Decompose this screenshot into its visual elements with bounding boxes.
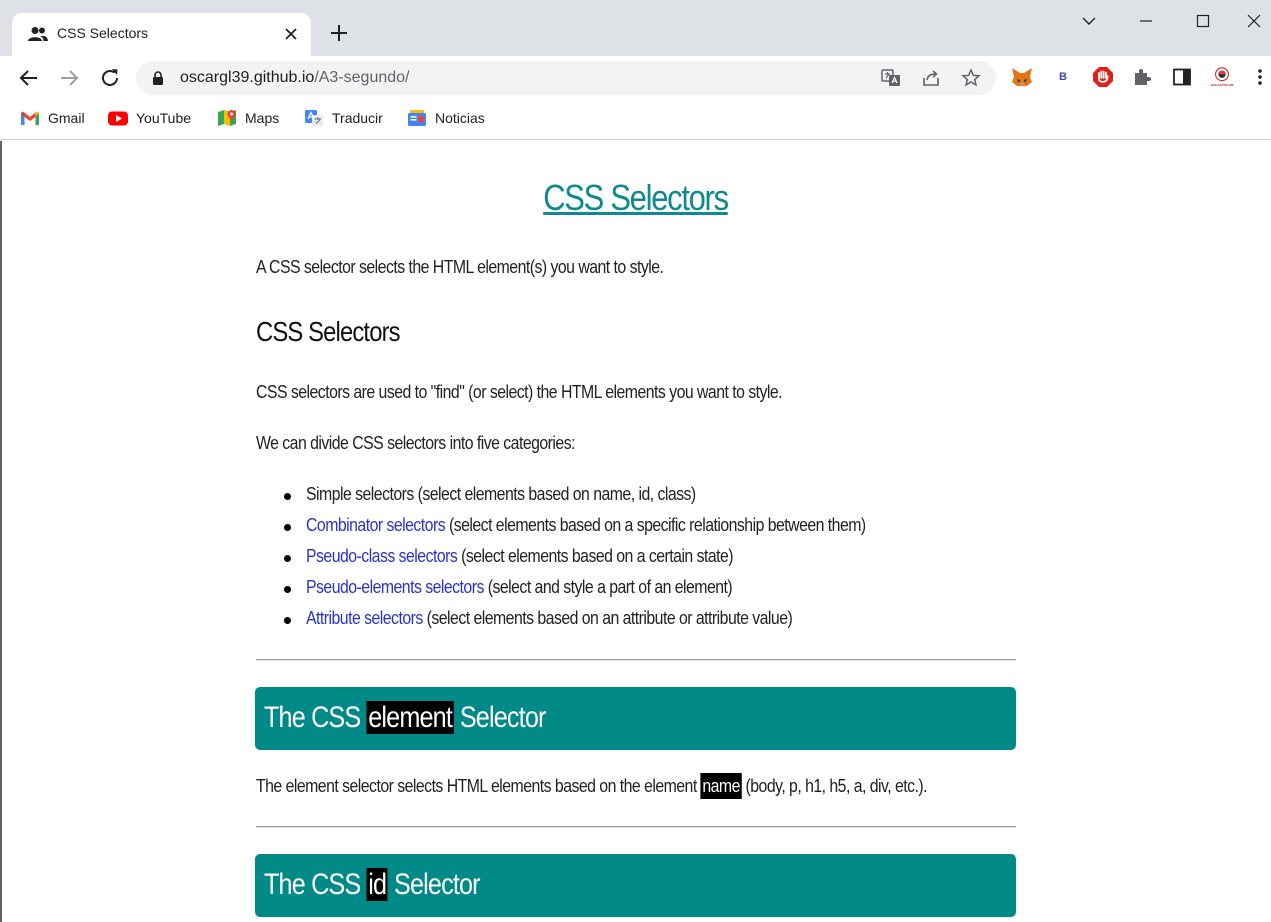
kebab-menu-icon xyxy=(1258,69,1262,85)
url-host: oscargl39.github.io xyxy=(180,69,315,86)
minimize-icon xyxy=(1140,20,1152,22)
desc-highlight: name xyxy=(700,773,742,799)
new-tab-icon[interactable] xyxy=(327,21,351,45)
translate-page-icon[interactable] xyxy=(881,68,901,88)
pseudo-class-selectors-link[interactable]: Pseudo-class selectors xyxy=(306,546,458,566)
people-icon xyxy=(28,27,48,41)
bookmark-traducir[interactable]: Traducir xyxy=(304,108,383,128)
profile-badge-text: GALAXYSCAN xyxy=(1210,83,1234,87)
page-content: CSS Selectors A CSS selector selects the… xyxy=(0,141,1271,922)
close-icon xyxy=(1247,14,1261,28)
tab-search-button[interactable] xyxy=(1076,8,1102,34)
bookmark-label: Gmail xyxy=(48,110,85,126)
stop-hand-icon xyxy=(1093,67,1113,87)
address-bar[interactable]: oscargl39.github.io/A3-segundo/ xyxy=(136,61,996,95)
categories-list: Simple selectors (select elements based … xyxy=(256,484,942,639)
maximize-icon xyxy=(1196,14,1210,28)
paragraph-categories: We can divide CSS selectors into five ca… xyxy=(256,433,575,453)
bookmark-star-icon[interactable] xyxy=(961,68,981,88)
close-window-button[interactable] xyxy=(1241,8,1267,34)
tab-title: CSS Selectors xyxy=(57,25,149,41)
extensions-button[interactable] xyxy=(1131,66,1153,88)
side-panel-icon xyxy=(1173,68,1191,86)
combinator-selectors-link[interactable]: Combinator selectors xyxy=(306,515,446,535)
category-text: (select elements based on an attribute o… xyxy=(422,608,793,628)
browser-toolbar: oscargl39.github.io/A3-segundo/ B GALAXY… xyxy=(0,56,1271,100)
element-selector-heading: The CSS element Selector xyxy=(264,695,546,741)
close-tab-icon[interactable] xyxy=(283,26,299,42)
maps-icon xyxy=(218,110,236,126)
element-selector-description: The element selector selects HTML elemen… xyxy=(256,773,928,799)
chevron-down-icon xyxy=(1082,17,1096,25)
bookmark-label: Maps xyxy=(245,110,280,126)
id-selector-heading: The CSS id Selector xyxy=(264,862,481,908)
section-heading: CSS Selectors xyxy=(256,316,401,347)
attribute-selectors-link[interactable]: Attribute selectors xyxy=(306,608,423,628)
divider xyxy=(256,826,1016,828)
divider xyxy=(256,659,1016,661)
paragraph-selectors: CSS selectors are used to "find" (or sel… xyxy=(256,382,783,402)
heading-highlight: element xyxy=(366,701,454,734)
adblock-extension[interactable] xyxy=(1092,66,1114,88)
heading-suffix: Selector xyxy=(453,701,547,734)
heading-prefix: The CSS xyxy=(264,701,367,734)
title-bar: CSS Selectors xyxy=(0,0,1271,56)
list-item: Attribute selectors (select elements bas… xyxy=(256,608,942,639)
reload-icon[interactable] xyxy=(98,66,122,90)
minimize-button[interactable] xyxy=(1133,8,1159,34)
pseudo-elements-selectors-link[interactable]: Pseudo-elements selectors xyxy=(306,577,484,597)
url-path: /A3-segundo/ xyxy=(314,69,410,86)
active-tab[interactable]: CSS Selectors xyxy=(12,13,311,56)
back-arrow-icon[interactable] xyxy=(17,66,41,90)
bookmark-noticias[interactable]: Noticias xyxy=(407,108,485,128)
bookmark-label: Noticias xyxy=(435,110,485,126)
list-item: Pseudo-elements selectors (select and st… xyxy=(256,577,942,608)
bookmarks-bar: Gmail YouTube Maps Traducir Noticias xyxy=(0,100,1271,140)
translate-icon xyxy=(305,110,323,126)
puzzle-icon xyxy=(1135,69,1151,85)
share-icon[interactable] xyxy=(921,68,941,88)
news-icon xyxy=(408,110,426,126)
browser-menu-button[interactable] xyxy=(1249,66,1271,88)
id-selector-banner: The CSS id Selector xyxy=(255,854,1016,917)
category-text: Simple selectors (select elements based … xyxy=(306,484,696,504)
page-title[interactable]: CSS Selectors xyxy=(89,177,1182,219)
youtube-icon xyxy=(108,111,128,126)
b-extension-label: B xyxy=(1059,71,1067,83)
list-item: Combinator selectors (select elements ba… xyxy=(256,515,942,546)
b-extension[interactable]: B xyxy=(1052,66,1074,88)
desc-suffix: (body, p, h1, h5, a, div, etc.). xyxy=(741,776,928,796)
side-panel-button[interactable] xyxy=(1171,66,1193,88)
lock-icon[interactable] xyxy=(152,71,164,85)
gmail-icon xyxy=(21,111,39,125)
metamask-extension[interactable] xyxy=(1011,66,1033,88)
element-selector-banner: The CSS element Selector xyxy=(255,687,1016,750)
fox-icon xyxy=(1012,68,1032,86)
profile-avatar-button[interactable]: GALAXYSCAN xyxy=(1211,66,1233,88)
category-text: (select elements based on a certain stat… xyxy=(457,546,734,566)
bookmark-label: YouTube xyxy=(136,110,192,126)
forward-arrow-icon[interactable] xyxy=(57,66,81,90)
category-text: (select and style a part of an element) xyxy=(483,577,733,597)
bookmark-label: Traducir xyxy=(332,110,383,126)
list-item: Simple selectors (select elements based … xyxy=(256,484,942,515)
maximize-button[interactable] xyxy=(1190,8,1216,34)
list-item: Pseudo-class selectors (select elements … xyxy=(256,546,942,577)
url-text[interactable]: oscargl39.github.io/A3-segundo/ xyxy=(180,69,410,87)
bookmark-gmail[interactable]: Gmail xyxy=(20,108,85,128)
desc-prefix: The element selector selects HTML elemen… xyxy=(256,776,701,796)
heading-prefix: The CSS xyxy=(264,868,367,901)
bookmark-maps[interactable]: Maps xyxy=(217,108,279,128)
window-edge xyxy=(0,141,2,922)
intro-text: A CSS selector selects the HTML element(… xyxy=(256,257,664,277)
bookmark-youtube[interactable]: YouTube xyxy=(108,108,191,128)
heading-highlight: id xyxy=(366,868,388,901)
heading-suffix: Selector xyxy=(387,868,481,901)
category-text: (select elements based on a specific rel… xyxy=(445,515,866,535)
